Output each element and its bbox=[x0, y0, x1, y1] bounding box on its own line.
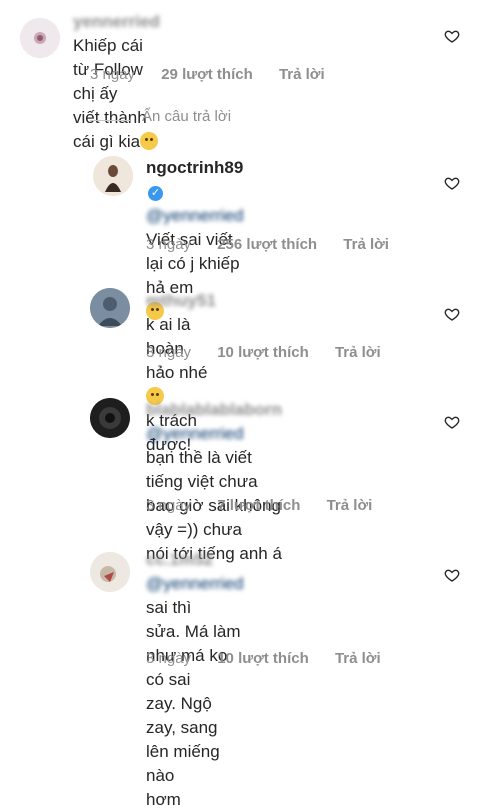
comment-meta: 3 ngày 7 lượt thích Trả lời bbox=[146, 497, 394, 514]
hide-replies-label[interactable]: Ẩn câu trả lời bbox=[142, 108, 231, 125]
avatar[interactable] bbox=[93, 156, 133, 196]
avatar[interactable] bbox=[90, 288, 130, 328]
heart-outline-icon[interactable] bbox=[444, 306, 460, 322]
comment-time: 3 ngày bbox=[90, 66, 136, 83]
avatar[interactable] bbox=[20, 18, 60, 58]
comment-meta: 3 ngày 256 lượt thích Trả lời bbox=[146, 236, 411, 253]
comment-text: blablablablaborn @yennerried bạn thề là … bbox=[146, 398, 282, 566]
comment-meta: 3 ngày 10 lượt thích Trả lời bbox=[146, 650, 403, 667]
reply-button[interactable]: Trả lời bbox=[327, 497, 373, 514]
heart-outline-icon[interactable] bbox=[444, 567, 460, 583]
comment-meta: 3 ngày 10 lượt thích Trả lời bbox=[146, 344, 403, 361]
like-count[interactable]: 10 lượt thích bbox=[217, 344, 309, 361]
comment-line: hơm bbox=[146, 790, 181, 809]
like-count[interactable]: 256 lượt thích bbox=[217, 236, 317, 253]
comment-time: 3 ngày bbox=[146, 497, 192, 514]
like-count[interactable]: 10 lượt thích bbox=[217, 650, 309, 667]
mention-link[interactable]: @yennerried bbox=[146, 206, 244, 225]
comment-line: zay. Ngộ zay, sang lên miếng nào bbox=[146, 694, 220, 785]
avatar-image bbox=[20, 18, 60, 58]
grin-emoji-icon bbox=[140, 132, 159, 150]
comment-username[interactable]: blablablablaborn bbox=[146, 400, 282, 419]
comment-text: cc.1m52 @yennerried sai thì sửa. Má làm … bbox=[146, 548, 244, 812]
comment-username[interactable]: ngoctrinh89 bbox=[146, 158, 243, 177]
comment-username[interactable]: yennerried bbox=[73, 12, 160, 31]
avatar-image bbox=[93, 156, 133, 196]
avatar[interactable] bbox=[90, 552, 130, 592]
comment-line: bạn thề là viết tiếng việt chưa bbox=[146, 448, 258, 491]
reply-button[interactable]: Trả lời bbox=[335, 650, 381, 667]
heart-outline-icon[interactable] bbox=[444, 414, 460, 430]
verified-badge-icon: ✓ bbox=[148, 186, 163, 201]
reply-button[interactable]: Trả lời bbox=[343, 236, 389, 253]
divider bbox=[90, 120, 130, 121]
avatar-image bbox=[90, 552, 130, 592]
reply-button[interactable]: Trả lời bbox=[279, 66, 325, 83]
comment-time: 3 ngày bbox=[146, 344, 192, 361]
comment-time: 3 ngày bbox=[146, 650, 192, 667]
comment-meta: 3 ngày 29 lượt thích Trả lời bbox=[90, 66, 347, 83]
mention-link[interactable]: @yennerried bbox=[146, 424, 244, 443]
avatar-image bbox=[90, 288, 130, 328]
avatar-image bbox=[90, 398, 130, 438]
like-count[interactable]: 7 lượt thích bbox=[217, 497, 300, 514]
comment-username[interactable]: mthuy51 bbox=[146, 291, 216, 310]
like-count[interactable]: 29 lượt thích bbox=[161, 66, 253, 83]
avatar[interactable] bbox=[90, 398, 130, 438]
comment-username[interactable]: cc.1m52 bbox=[146, 550, 213, 569]
comment-time: 3 ngày bbox=[146, 236, 192, 253]
mention-link[interactable]: @yennerried bbox=[146, 574, 244, 593]
heart-outline-icon[interactable] bbox=[444, 28, 460, 44]
heart-outline-icon[interactable] bbox=[444, 175, 460, 191]
reply-button[interactable]: Trả lời bbox=[335, 344, 381, 361]
comment-line: viết thành cái gì kia bbox=[73, 108, 147, 151]
comment-line: sai thì bbox=[146, 598, 192, 617]
